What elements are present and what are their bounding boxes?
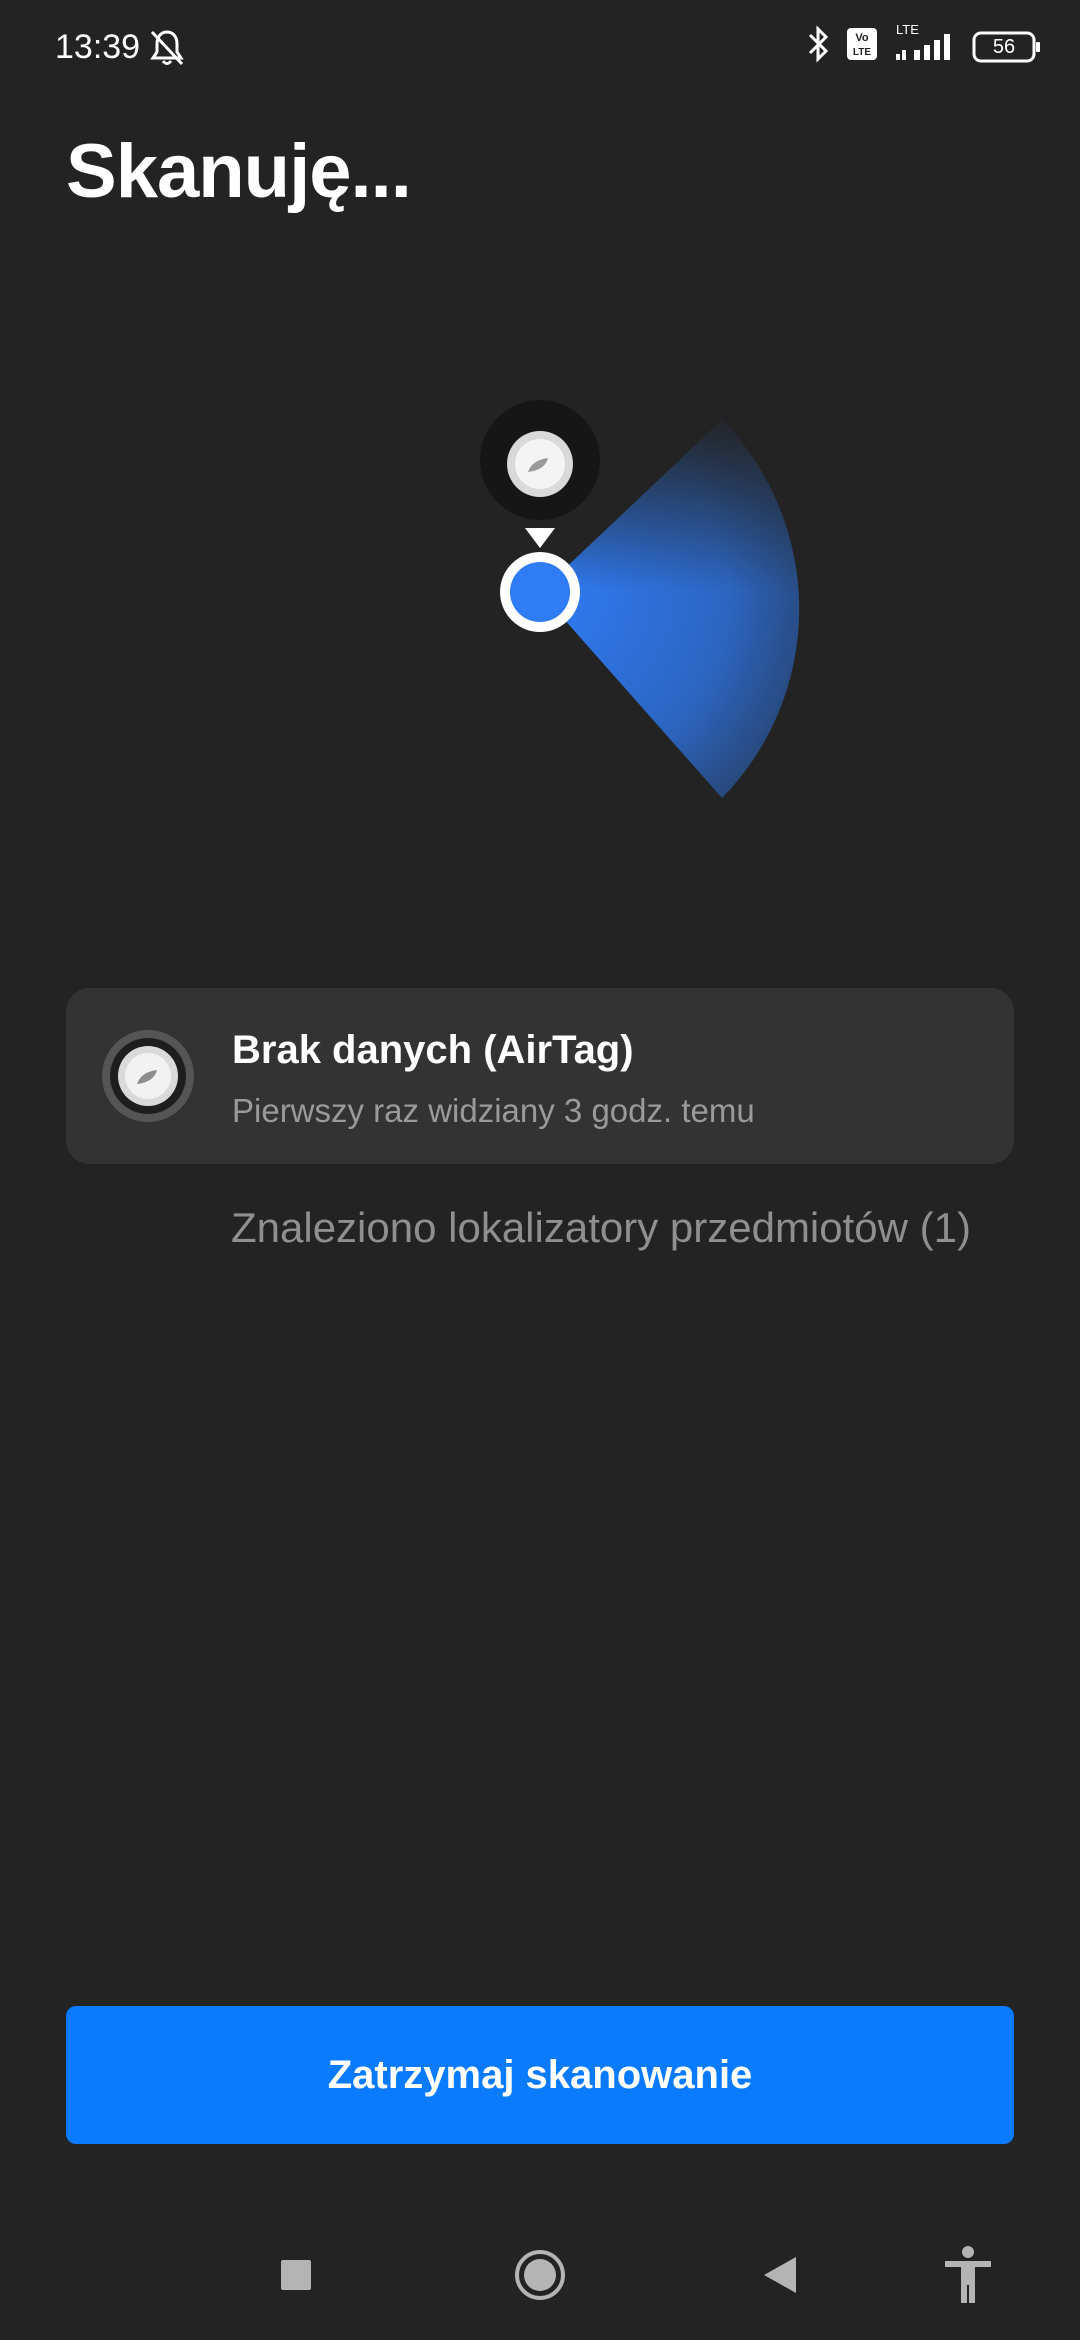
airtag-icon — [507, 431, 573, 497]
volte-icon: Vo LTE — [846, 27, 878, 66]
radar-visual — [0, 380, 1080, 840]
device-card[interactable]: Brak danych (AirTag) Pierwszy raz widzia… — [66, 988, 1014, 1164]
accessibility-icon[interactable] — [928, 2220, 1008, 2330]
device-name: Brak danych (AirTag) — [232, 1028, 634, 1072]
svg-text:Vo: Vo — [855, 32, 869, 44]
status-bar: 13:39 Vo LTE LTE 56 — [0, 0, 1080, 96]
lte-signal-icon: LTE — [892, 22, 958, 69]
bell-off-icon — [148, 28, 186, 73]
navigation-bar — [0, 2220, 1080, 2340]
network-label: LTE — [896, 22, 919, 37]
battery-icon: 56 — [972, 30, 1042, 64]
page-title: Skanuję... — [66, 129, 412, 214]
location-dot-icon — [500, 552, 580, 632]
recents-square-icon[interactable] — [256, 2220, 336, 2330]
device-first-seen: Pierwszy raz widziany 3 godz. temu — [232, 1092, 755, 1129]
svg-text:LTE: LTE — [853, 47, 871, 58]
found-trackers-text: Znaleziono lokalizatory przedmiotów (1) — [231, 1204, 971, 1251]
airtag-icon — [100, 1028, 196, 1124]
battery-level: 56 — [992, 35, 1016, 58]
stop-scanning-button[interactable]: Zatrzymaj skanowanie — [66, 2006, 1014, 2144]
bluetooth-icon — [806, 24, 832, 69]
back-triangle-icon[interactable] — [740, 2220, 820, 2330]
status-time: 13:39 — [55, 28, 141, 66]
home-circle-icon[interactable] — [500, 2220, 580, 2330]
